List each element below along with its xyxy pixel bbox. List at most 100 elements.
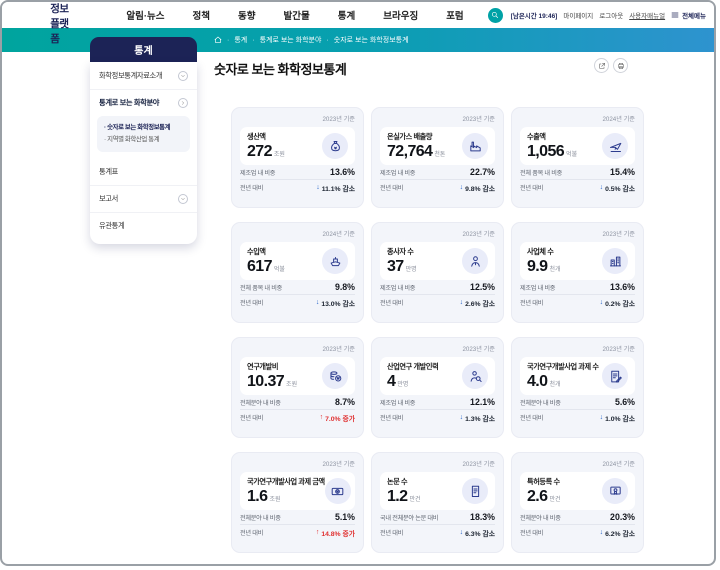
stat-card[interactable]: 2023년 기준 국가연구개발사업 과제 수 4.0 천개 전체분야 내 비중 … — [511, 337, 644, 438]
card-yoy-change: ↓ 6.3% 감소 — [460, 528, 495, 538]
stat-card[interactable]: 2024년 기준 수출액 1,056 억불 전체 품목 내 비중 15.4% 전… — [511, 107, 644, 208]
sidebar-menu: 화학정보통계자료소개 통계로 보는 화학분야 숫자로 보는 화학정보통계 지역별… — [90, 62, 197, 245]
change-arrow-icon: ↓ — [315, 299, 320, 306]
sidebar-title: 통계 — [90, 37, 197, 62]
card-ratio-value: 9.8% — [334, 282, 355, 292]
stat-card[interactable]: 2023년 기준 산업연구 개발인력 4 만명 제조업 내 비중 12.1% 전… — [371, 337, 504, 438]
card-value-panel: 생산액 272 조원 — [240, 127, 355, 165]
share-button[interactable] — [594, 58, 609, 73]
card-unit: 만건 — [409, 497, 421, 503]
stat-card[interactable]: 2024년 기준 특허등록 수 2.6 만건 전체분야 내 비중 20.3% 전… — [511, 452, 644, 553]
card-year-label: 2023년 기준 — [462, 116, 495, 123]
stat-card[interactable]: 2023년 기준 국가연구개발사업 과제 금액 1.6 조원 전체분야 내 비중… — [231, 452, 364, 553]
card-ratio-label: 제조업 내 비중 — [380, 169, 416, 177]
change-text: 6.2% 감소 — [605, 530, 635, 538]
researcher-icon — [462, 363, 488, 389]
breadcrumb-separator: · — [227, 36, 230, 44]
coins-icon — [322, 363, 348, 389]
user-manual-link[interactable]: 사용자매뉴얼 — [629, 10, 665, 20]
nav-trend[interactable]: 동향 — [238, 8, 255, 22]
print-button[interactable] — [613, 58, 628, 73]
stat-card[interactable]: 2024년 기준 수입액 617 억불 전체 품목 내 비중 9.8% 전년 대… — [231, 222, 364, 323]
stat-card[interactable]: 2023년 기준 논문 수 1.2 만건 국내 전체분야 논문 대비 18.3%… — [371, 452, 504, 553]
card-ratio-label: 전체분야 내 비중 — [520, 514, 561, 522]
stat-card[interactable]: 2023년 기준 온실가스 배출량 72,764 천톤 제조업 내 비중 22.… — [371, 107, 504, 208]
card-value: 2.6 — [527, 488, 548, 505]
card-value-panel: 국가연구개발사업 과제 수 4.0 천개 — [520, 357, 635, 395]
card-yoy-change: ↓ 11.1% 감소 — [316, 183, 355, 193]
all-menu-button[interactable]: 전체메뉴 — [671, 10, 706, 20]
sidebar-item-reports[interactable]: 보고서 — [90, 186, 197, 214]
nav-browsing[interactable]: 브라우징 — [383, 8, 418, 22]
card-year-label: 2023년 기준 — [322, 116, 355, 123]
stat-card[interactable]: 2023년 기준 사업체 수 9.9 천개 제조업 내 비중 13.6% 전년 … — [511, 222, 644, 323]
logout-link[interactable]: 로그아웃 — [599, 10, 623, 20]
card-ratio-value: 12.5% — [470, 282, 495, 292]
all-menu-label: 전체메뉴 — [682, 13, 706, 20]
search-button[interactable] — [487, 7, 503, 23]
card-value: 272 — [247, 143, 273, 160]
card-yoy-change: ↓ 1.0% 감소 — [600, 413, 635, 423]
utility-links: [남은시간 19:46] 마이페이지 로그아웃 사용자매뉴얼 전체메뉴 — [511, 10, 706, 20]
card-ratio-label: 제조업 내 비중 — [520, 284, 556, 292]
site-logo[interactable]: KRiCT 화학정보플랫폼 — [10, 2, 74, 46]
card-title: 국가연구개발사업 과제 수 — [527, 362, 599, 371]
card-value: 37 — [387, 258, 404, 275]
breadcrumb-statistics[interactable]: 통계 — [234, 35, 247, 45]
sidebar-item-related-stats[interactable]: 유관통계 — [90, 213, 197, 239]
card-title: 국가연구개발사업 과제 금액 — [247, 477, 325, 486]
breadcrumb-stats-by-field[interactable]: 통계로 보는 화학분야 — [260, 35, 322, 45]
card-yoy-label: 전년 대비 — [520, 185, 543, 192]
worker-icon — [462, 248, 488, 274]
sidebar-item-data-intro[interactable]: 화학정보통계자료소개 — [90, 63, 197, 90]
nav-policy[interactable]: 정책 — [193, 8, 210, 22]
change-arrow-icon: ↑ — [315, 529, 320, 536]
card-ratio-value: 13.6% — [610, 282, 635, 292]
sidebar-item-stats-by-field[interactable]: 통계로 보는 화학분야 — [90, 90, 197, 116]
stat-card[interactable]: 2023년 기준 생산액 272 조원 제조업 내 비중 13.6% 전년 대비… — [231, 107, 364, 208]
sidebar-subitem-numbers-stats[interactable]: 숫자로 보는 화학정보통계 — [104, 122, 183, 134]
nav-publication[interactable]: 발간물 — [284, 8, 310, 22]
card-year-label: 2023년 기준 — [322, 346, 355, 353]
stat-card[interactable]: 2023년 기준 연구개발비 10.37 조원 전체분야 내 비중 8.7% 전… — [231, 337, 364, 438]
card-year-label: 2023년 기준 — [322, 461, 355, 468]
change-text: 7.0% 증가 — [325, 415, 355, 423]
change-text: 11.1% 감소 — [321, 185, 355, 193]
breadcrumb-current-page[interactable]: 숫자로 보는 화학정보통계 — [334, 35, 409, 45]
stat-card[interactable]: 2023년 기준 종사자 수 37 만명 제조업 내 비중 12.5% 전년 대… — [371, 222, 504, 323]
card-year-label: 2023년 기준 — [462, 346, 495, 353]
card-ratio-value: 13.6% — [330, 167, 355, 177]
card-yoy-label: 전년 대비 — [380, 300, 403, 307]
card-yoy-change: ↓ 9.8% 감소 — [460, 183, 495, 193]
sidebar-subitem-regional-stats[interactable]: 지역별 화학산업 통계 — [104, 134, 183, 146]
card-title: 종사자 수 — [387, 247, 414, 256]
sidebar-item-stat-tables[interactable]: 통계표 — [90, 159, 197, 187]
card-value-panel: 온실가스 배출량 72,764 천톤 — [380, 127, 495, 165]
card-ratio-label: 제조업 내 비중 — [380, 284, 416, 292]
card-ratio-value: 18.3% — [470, 512, 495, 522]
airplane-icon — [602, 133, 628, 159]
nav-news[interactable]: 알림·뉴스 — [126, 8, 164, 22]
card-unit: 조원 — [269, 497, 281, 503]
nav-forum[interactable]: 포럼 — [446, 8, 463, 22]
change-arrow-icon: ↓ — [316, 184, 320, 191]
nav-statistics[interactable]: 통계 — [338, 8, 355, 22]
card-value-panel: 사업체 수 9.9 천개 — [520, 242, 635, 280]
sidebar-item-label: 통계표 — [99, 167, 118, 177]
change-arrow-icon: ↓ — [459, 529, 464, 536]
page-title: 숫자로 보는 화학정보통계 — [214, 62, 347, 77]
card-ratio-label: 전체 품목 내 비중 — [240, 284, 283, 292]
app-window: KRiCT 화학정보플랫폼 알림·뉴스 정책 동향 발간물 통계 브라우징 포럼… — [0, 0, 716, 566]
logo-name: 화학정보플랫폼 — [50, 2, 69, 45]
session-timer: [남은시간 19:46] — [510, 13, 558, 20]
change-text: 2.6% 감소 — [465, 300, 495, 308]
change-text: 1.0% 감소 — [605, 415, 635, 423]
change-arrow-icon: ↓ — [599, 184, 604, 191]
sidebar: 통계 화학정보통계자료소개 통계로 보는 화학분야 숫자로 보는 화학정보통계 … — [90, 37, 197, 245]
card-yoy-label: 전년 대비 — [240, 530, 263, 537]
home-icon[interactable] — [214, 36, 222, 44]
mypage-link[interactable]: 마이페이지 — [563, 10, 593, 20]
card-title: 연구개발비 — [247, 362, 279, 371]
sidebar-submenu: 숫자로 보는 화학정보통계 지역별 화학산업 통계 — [97, 116, 190, 153]
card-value-panel: 산업연구 개발인력 4 만명 — [380, 357, 495, 395]
